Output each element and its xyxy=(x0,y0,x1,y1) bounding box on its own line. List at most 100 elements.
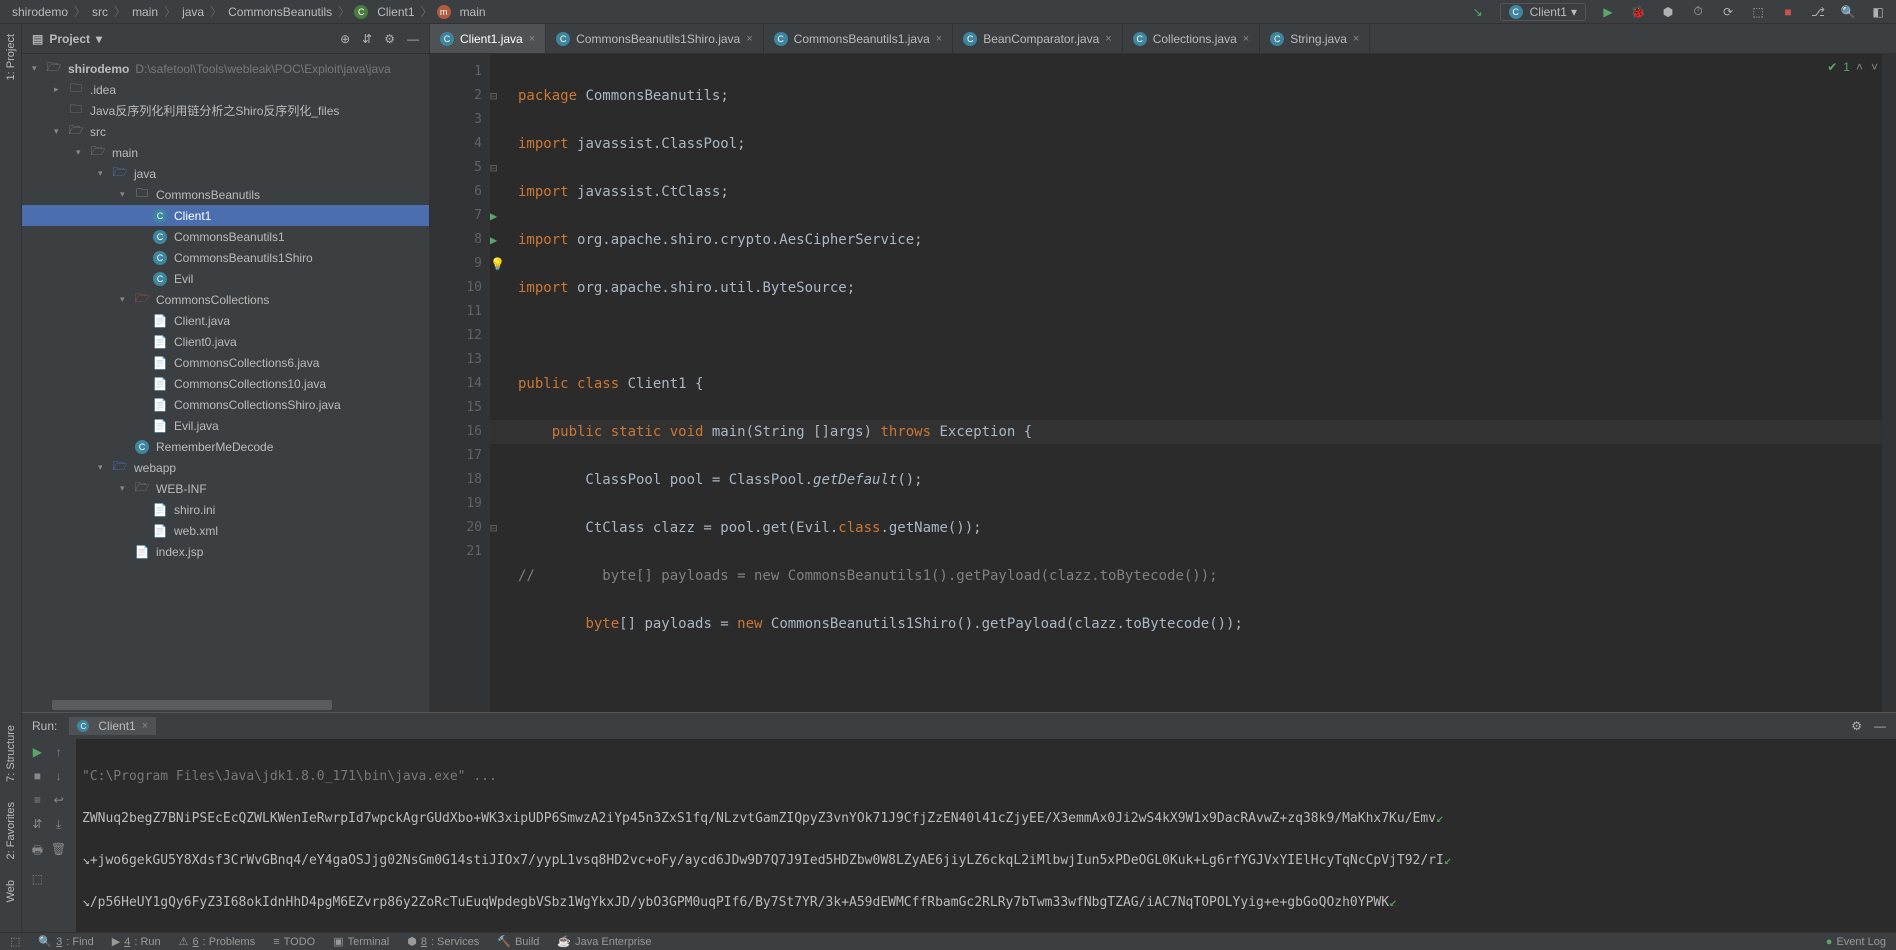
bottom-todo[interactable]: ≡ TODO xyxy=(273,936,315,948)
bottom-find[interactable]: 🔍 3: Find xyxy=(38,935,93,948)
tree-item[interactable]: Java反序列化利用链分析之Shiro反序列化_files xyxy=(22,100,429,121)
bottom-build[interactable]: 🔨 Build xyxy=(497,935,539,948)
sidebar-tab-structure[interactable]: 7: Structure xyxy=(5,725,17,782)
sidebar-tab-project[interactable]: 1: Project xyxy=(5,34,17,80)
editor-tab[interactable]: CBeanComparator.java× xyxy=(953,24,1123,53)
debug-icon[interactable]: 🐞 xyxy=(1630,4,1646,20)
close-icon[interactable]: × xyxy=(936,33,942,45)
tree-item[interactable]: web.xml xyxy=(22,520,429,541)
tree-item[interactable]: ▾WEB-INF xyxy=(22,478,429,499)
bottom-run[interactable]: ▶ 4: Run xyxy=(112,935,161,948)
run-config-selector[interactable]: C Client1 ▾ xyxy=(1500,3,1586,21)
editor-tab[interactable]: CCommonsBeanutils1.java× xyxy=(764,24,954,53)
collapse-icon[interactable]: ⇵ xyxy=(362,32,372,46)
tree-item[interactable]: ▾🗁CommonsCollections xyxy=(22,289,429,310)
tree-item[interactable]: CommonsCollectionsShiro.java xyxy=(22,394,429,415)
sidebar-tab-web[interactable]: Web xyxy=(5,880,17,902)
gutter-icons[interactable]: ⊟ ⊟ ▶▶ 💡 ⊟ xyxy=(490,60,508,588)
stop-icon[interactable]: ■ xyxy=(1780,4,1796,20)
tree-item[interactable]: Evil.java xyxy=(22,415,429,436)
code-area[interactable]: package CommonsBeanutils; import javassi… xyxy=(490,54,1882,712)
tree-item[interactable]: CCommonsBeanutils1Shiro xyxy=(22,247,429,268)
rerun-icon[interactable]: ▶ xyxy=(33,745,42,759)
tree-root[interactable]: ▾ shirodemo D:\safetool\Tools\webleak\PO… xyxy=(22,58,429,79)
build-icon[interactable]: ↘ xyxy=(1470,4,1486,20)
concurrent-icon[interactable]: ⬚ xyxy=(1750,4,1766,20)
tree-item[interactable]: index.jsp xyxy=(22,541,429,562)
editor-tab[interactable]: CCommonsBeanutils1Shiro.java× xyxy=(546,24,764,53)
layout-icon[interactable]: ◧ xyxy=(1870,4,1886,20)
profile-icon[interactable]: ⏱ xyxy=(1690,4,1706,20)
tree-item[interactable]: ▾CommonsBeanutils xyxy=(22,184,429,205)
bc-src[interactable]: src xyxy=(90,5,110,19)
hide-icon[interactable]: — xyxy=(1874,719,1886,733)
bc-method[interactable]: main xyxy=(458,5,488,19)
close-icon[interactable]: × xyxy=(529,33,535,45)
gear-icon[interactable]: ⚙ xyxy=(384,32,395,46)
line-gutter[interactable]: 123456789101112131415161718192021 xyxy=(430,54,490,712)
clear-icon[interactable]: 🗑 xyxy=(51,842,66,856)
project-tree[interactable]: ▾ shirodemo D:\safetool\Tools\webleak\PO… xyxy=(22,54,429,712)
tree-item[interactable]: shiro.ini xyxy=(22,499,429,520)
coverage-icon[interactable]: ⬢ xyxy=(1660,4,1676,20)
close-icon[interactable]: × xyxy=(142,720,148,732)
tree-item[interactable]: CRememberMeDecode xyxy=(22,436,429,457)
run-tab[interactable]: C Client1 × xyxy=(69,717,156,735)
tool-window-toggle-icon[interactable]: ⬚ xyxy=(10,935,20,948)
locate-icon[interactable]: ⊕ xyxy=(340,32,350,46)
tree-item[interactable]: Client.java xyxy=(22,310,429,331)
close-icon[interactable]: × xyxy=(1105,33,1111,45)
bc-root[interactable]: shirodemo xyxy=(10,5,70,19)
breadcrumb[interactable]: shirodemo 〉 src 〉 main 〉 java 〉 CommonsB… xyxy=(10,3,488,20)
bottom-problems[interactable]: ⚠ 6: Problems xyxy=(179,935,256,948)
up-icon[interactable]: ↑ xyxy=(56,745,62,759)
wrap-icon[interactable]: ↩ xyxy=(54,793,64,807)
restore-icon[interactable]: ⇵ xyxy=(32,817,42,831)
vcs-icon[interactable]: ⎇ xyxy=(1810,4,1826,20)
editor-tab[interactable]: CClient1.java× xyxy=(430,24,546,53)
search-icon[interactable]: 🔍 xyxy=(1840,4,1856,20)
up-icon[interactable]: ˄ xyxy=(1856,60,1863,74)
bc-package[interactable]: CommonsBeanutils xyxy=(226,5,334,19)
bc-main[interactable]: main xyxy=(130,5,160,19)
gear-icon[interactable]: ⚙ xyxy=(1851,719,1862,733)
tree-item[interactable]: ▸.idea xyxy=(22,79,429,100)
editor-body[interactable]: 123456789101112131415161718192021 ⊟ ⊟ ▶▶… xyxy=(430,54,1896,712)
close-icon[interactable]: × xyxy=(746,33,752,45)
tree-item[interactable]: ▾🗁java xyxy=(22,163,429,184)
close-icon[interactable]: × xyxy=(1353,33,1359,45)
stop-icon[interactable]: ■ xyxy=(34,769,41,783)
event-log[interactable]: ● Event Log xyxy=(1826,936,1886,948)
bottom-services[interactable]: ⬢ 8: Services xyxy=(407,935,479,948)
hide-icon[interactable]: — xyxy=(407,32,419,46)
run-output[interactable]: "C:\Program Files\Java\jdk1.8.0_171\bin\… xyxy=(76,739,1896,932)
tree-item[interactable]: CEvil xyxy=(22,268,429,289)
bc-class[interactable]: Client1 xyxy=(375,5,416,19)
tree-item-selected[interactable]: CClient1 xyxy=(22,205,429,226)
sidebar-tab-favorites[interactable]: 2: Favorites xyxy=(5,802,17,859)
inspection-widget[interactable]: ✔ 1 ˄˅ xyxy=(1827,60,1878,74)
editor-tab[interactable]: CCollections.java× xyxy=(1123,24,1260,53)
attach-icon[interactable]: ⟳ xyxy=(1720,4,1736,20)
scrollbar-thumb[interactable] xyxy=(52,700,332,710)
close-icon[interactable]: × xyxy=(1243,33,1249,45)
editor-marker-bar[interactable] xyxy=(1882,54,1896,712)
tree-item[interactable]: CommonsCollections6.java xyxy=(22,352,429,373)
scroll-icon[interactable]: ⤓ xyxy=(56,817,61,832)
down-icon[interactable]: ↓ xyxy=(56,769,62,783)
run-icon[interactable]: ▶ xyxy=(1600,4,1616,20)
layout-icon[interactable]: ≡ xyxy=(34,793,41,807)
tree-item[interactable]: ▾src xyxy=(22,121,429,142)
dump-icon[interactable]: ⬚ xyxy=(32,872,43,886)
tree-item[interactable]: CCommonsBeanutils1 xyxy=(22,226,429,247)
bc-java[interactable]: java xyxy=(180,5,206,19)
tree-item[interactable]: ▾🗁webapp xyxy=(22,457,429,478)
tree-item[interactable]: ▾main xyxy=(22,142,429,163)
tree-item[interactable]: Client0.java xyxy=(22,331,429,352)
bottom-jee[interactable]: ☕ Java Enterprise xyxy=(557,935,651,948)
project-title[interactable]: ▤ Project ▾ xyxy=(32,32,102,46)
bottom-terminal[interactable]: ▣ Terminal xyxy=(333,935,389,948)
tree-item[interactable]: CommonsCollections10.java xyxy=(22,373,429,394)
down-icon[interactable]: ˅ xyxy=(1871,60,1878,74)
print-icon[interactable]: 🖶 xyxy=(32,841,43,862)
